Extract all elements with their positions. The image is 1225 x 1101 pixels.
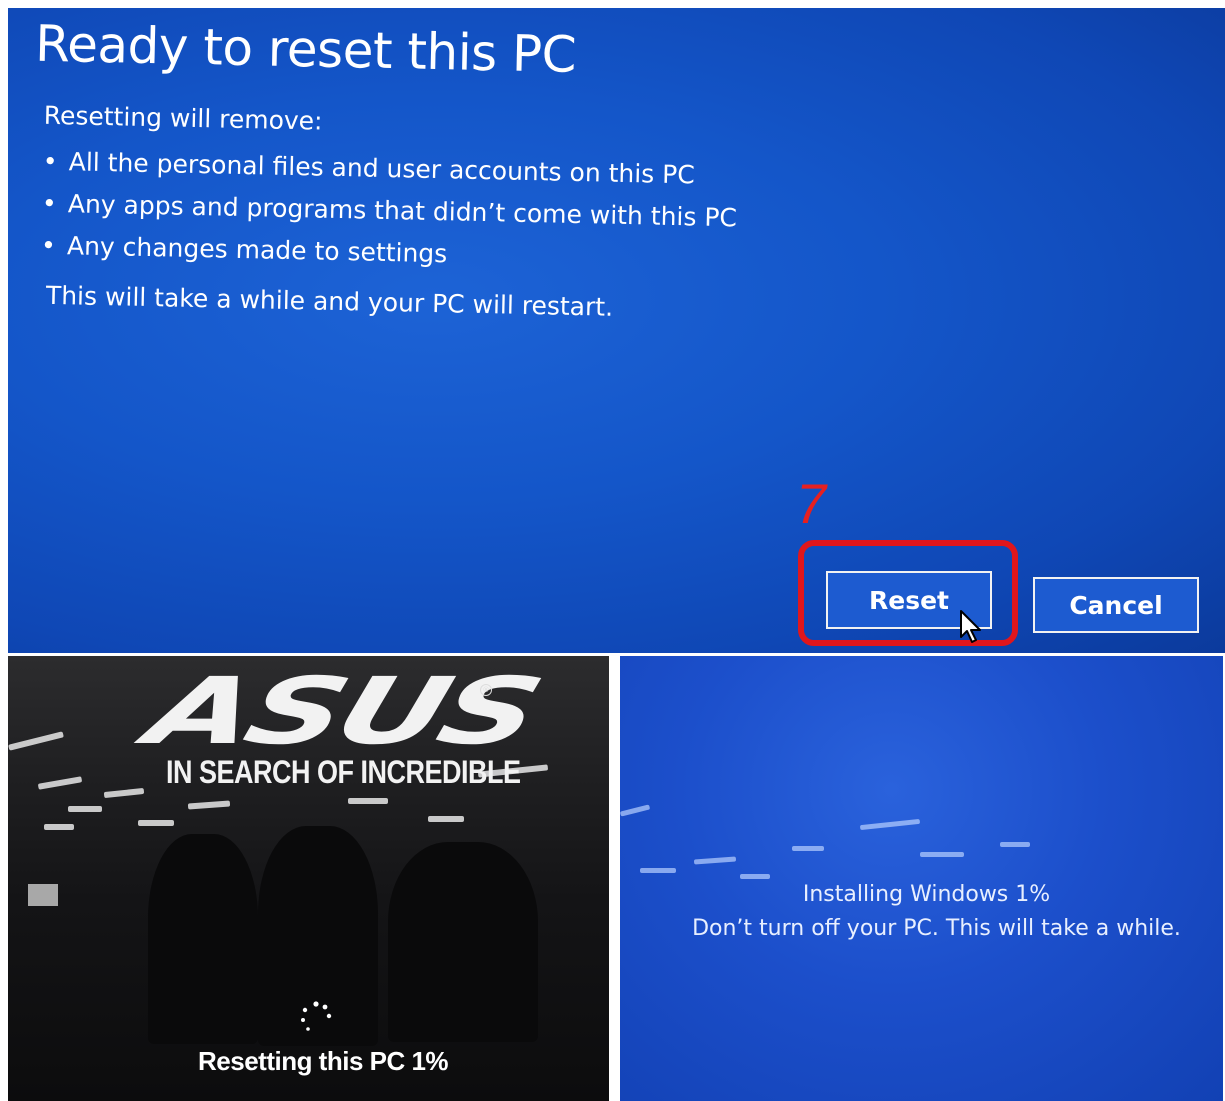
- person-silhouette: [148, 834, 258, 1044]
- ceiling-light: [8, 731, 64, 751]
- removal-list: All the personal files and user accounts…: [41, 141, 739, 282]
- asus-boot-screen: ASUS ® IN SEARCH OF INCREDIBLE Resetting…: [8, 656, 609, 1101]
- person-silhouette: [388, 842, 538, 1042]
- reset-progress-status: Resetting this PC 1%: [198, 1046, 449, 1076]
- loading-spinner-icon: [301, 1001, 332, 1031]
- installing-status: Installing Windows 1%: [802, 882, 1051, 907]
- light-streak: [640, 868, 676, 873]
- ceiling-light: [428, 816, 464, 822]
- reset-dialog-content: Ready to reset this PC Resetting will re…: [8, 8, 1225, 653]
- asus-logo: ASUS: [135, 658, 550, 765]
- cropped-caption: [0, 0, 1225, 8]
- installing-windows-screen: Installing Windows 1% Don’t turn off you…: [620, 656, 1223, 1101]
- dialog-title: Ready to reset this PC: [34, 14, 577, 84]
- ceiling-light: [44, 824, 74, 830]
- asus-tagline: IN SEARCH OF INCREDIBLE: [166, 754, 521, 790]
- light-streak: [859, 818, 921, 831]
- restart-note: This will take a while and your PC will …: [45, 280, 614, 322]
- dialog-subtitle: Resetting will remove:: [43, 100, 323, 136]
- ceiling-light: [37, 776, 83, 790]
- monitor-glow: [28, 884, 58, 906]
- reset-pc-dialog: Ready to reset this PC Resetting will re…: [8, 8, 1225, 653]
- light-streak: [920, 852, 964, 857]
- ceiling-light: [348, 798, 388, 804]
- ceiling-light: [103, 787, 145, 799]
- light-streak: [693, 856, 737, 865]
- light-streak: [740, 874, 770, 879]
- light-streak: [792, 846, 824, 851]
- cancel-button[interactable]: Cancel: [1033, 577, 1199, 633]
- ceiling-light: [138, 820, 174, 826]
- mouse-pointer-icon: [960, 610, 981, 643]
- light-streak: [620, 804, 651, 817]
- ceiling-light: [68, 806, 102, 812]
- ceiling-light: [187, 800, 231, 810]
- do-not-turn-off-warning: Don’t turn off your PC. This will take a…: [692, 916, 1181, 941]
- registered-mark-icon: ®: [480, 684, 492, 696]
- light-streak: [1000, 842, 1030, 847]
